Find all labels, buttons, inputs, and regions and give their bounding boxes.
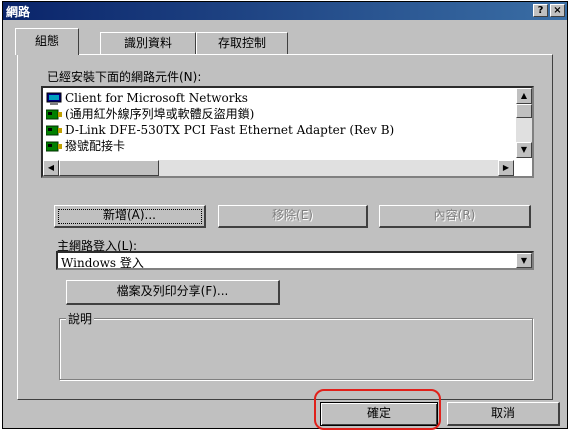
scroll-thumb[interactable] [516,104,532,118]
properties-button[interactable]: 內容(R) [379,205,531,228]
network-dialog: 網路 ? × 組態 識別資料 存取控制 已經安裝下面的網路元件(N): Clie… [2,1,568,430]
description-title: 說明 [66,310,95,327]
scroll-right-button[interactable]: ▶ [498,160,514,176]
dropdown-button[interactable]: ▼ [516,253,532,268]
scroll-up-button[interactable]: ▲ [516,88,532,104]
add-button[interactable]: 新增(A)... [54,205,206,228]
network-adapter-icon [46,125,62,136]
tab-label: 存取控制 [217,36,266,50]
list-item-label: D-Link DFE-530TX PCI Fast Ethernet Adapt… [65,123,395,137]
list-item[interactable]: D-Link DFE-530TX PCI Fast Ethernet Adapt… [46,122,394,138]
primary-logon-value: Windows 登入 [61,256,144,270]
list-item[interactable]: Client for Microsoft Networks [46,90,248,106]
list-item-label: Client for Microsoft Networks [65,91,248,105]
cancel-button[interactable]: 取消 [447,402,560,426]
scroll-down-button[interactable]: ▼ [516,142,532,158]
tab-identification[interactable]: 識別資料 [100,32,196,54]
tab-configuration[interactable]: 組態 [15,28,79,55]
help-icon: ? [537,5,544,16]
network-adapter-icon [46,141,62,152]
list-item[interactable]: (通用紅外線序列埠或軟體反盜用鎖) [46,106,254,122]
scroll-thumb-horizontal[interactable] [59,160,159,176]
chevron-down-icon: ▼ [520,256,528,265]
list-item-label: (通用紅外線序列埠或軟體反盜用鎖) [65,107,255,121]
network-client-icon [46,92,62,105]
scroll-left-button[interactable]: ◀ [43,160,59,176]
arrow-up-icon: ▲ [520,91,528,100]
arrow-down-icon: ▼ [520,145,528,154]
close-icon: × [553,5,562,16]
primary-logon-select[interactable]: Windows 登入 ▼ [56,251,534,270]
ok-highlight-ring [314,389,441,430]
arrow-left-icon: ◀ [47,163,55,172]
tab-label: 組態 [34,34,59,48]
list-item-label: 撥號配接卡 [65,139,126,153]
close-button[interactable]: × [550,4,565,17]
network-adapter-icon [46,109,62,120]
description-group: 說明 [59,310,533,380]
tab-access-control[interactable]: 存取控制 [196,32,288,54]
components-label: 已經安裝下面的網路元件(N): [47,70,202,84]
horizontal-scrollbar[interactable]: ◀ ▶ [43,160,514,176]
help-button[interactable]: ? [533,4,548,17]
tab-label: 識別資料 [123,36,172,50]
vertical-scrollbar[interactable]: ▲ ▼ [516,88,532,158]
title-bar: 網路 ? × [3,2,567,20]
components-list[interactable]: Client for Microsoft Networks (通用紅外線序列埠或… [41,86,534,178]
window-title: 網路 [6,5,31,19]
file-print-sharing-button[interactable]: 檔案及列印分享(F)... [66,280,280,305]
list-item[interactable]: 撥號配接卡 [46,138,125,154]
remove-button[interactable]: 移除(E) [218,205,368,228]
arrow-right-icon: ▶ [502,163,510,172]
